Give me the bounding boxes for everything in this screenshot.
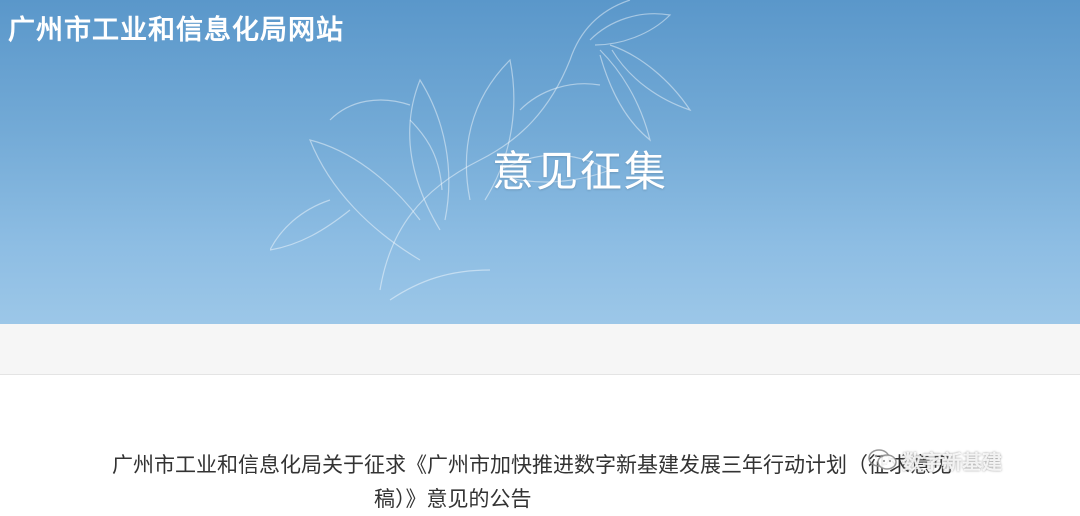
- header-banner: 广州市工业和信息化局网站 意见征集: [0, 0, 1080, 324]
- notice-title-line2: 稿）》意见的公告: [374, 487, 532, 511]
- subnav-bar: [0, 324, 1080, 375]
- wechat-icon: [868, 449, 897, 470]
- site-title[interactable]: 广州市工业和信息化局网站: [8, 8, 344, 47]
- page-heading: 意见征集: [491, 147, 668, 196]
- watermark-text: 数字新基建: [902, 449, 1002, 474]
- watermark: 数字新基建: [868, 444, 1002, 476]
